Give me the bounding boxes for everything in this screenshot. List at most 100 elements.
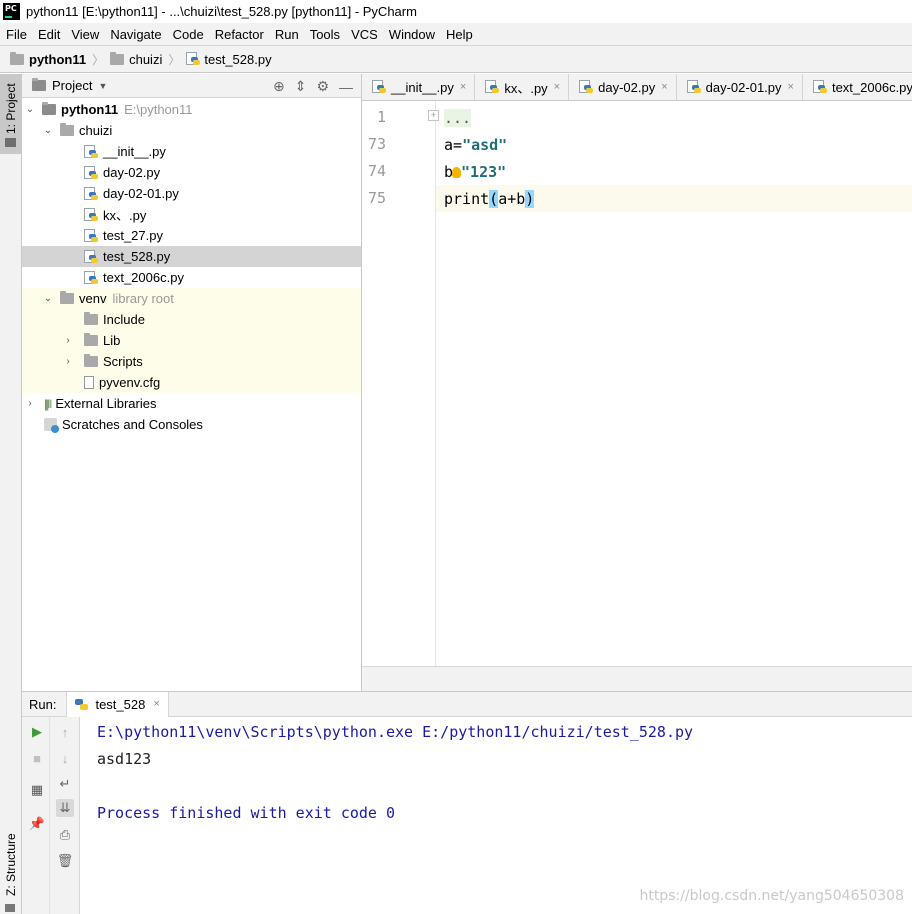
chevron-right-icon[interactable]: › [62,356,74,367]
python-file-icon [485,80,500,94]
tree-item-lib[interactable]: › Lib [22,330,361,351]
code-line-74: b "123" [444,163,507,181]
menu-file[interactable]: File [0,27,32,42]
tree-item-scratches[interactable]: Scratches and Consoles [22,414,361,435]
chevron-down-icon[interactable]: ⌄ [42,293,54,304]
close-icon[interactable]: × [788,81,794,93]
folded-code[interactable]: ... [444,109,472,127]
structure-tool-tab[interactable]: Z: Structure [0,804,21,914]
breadcrumb-file[interactable]: test_528.py [186,52,272,67]
python-file-icon [579,80,594,94]
python-icon [75,698,89,711]
soft-wrap-icon[interactable]: ↵ [56,775,74,793]
tree-item-file-selected[interactable]: test_528.py [22,246,361,267]
scratches-icon [44,418,59,433]
run-console[interactable]: E:\python11\venv\Scripts\python.exe E:/p… [80,717,912,914]
chevron-down-icon[interactable]: ⌄ [24,104,36,115]
hide-icon[interactable]: — [339,79,353,95]
close-icon[interactable]: × [153,698,159,710]
python-file-icon [84,228,98,243]
close-icon[interactable]: × [661,81,667,93]
folder-icon [60,123,74,136]
tab-text-2006c[interactable]: text_2006c.py × [803,74,912,100]
chevron-right-icon[interactable]: › [24,398,36,409]
chevron-down-icon[interactable]: ▼ [98,81,107,91]
gear-icon[interactable]: ⚙ [316,78,329,95]
menu-refactor[interactable]: Refactor [209,27,269,42]
console-command-line: E:\python11\venv\Scripts\python.exe E:/p… [97,723,694,741]
arrow-down-icon[interactable]: ↓ [56,749,74,767]
folder-icon [5,138,16,147]
menu-vcs[interactable]: VCS [345,27,383,42]
menu-view[interactable]: View [65,27,104,42]
folder-icon [42,102,56,115]
tree-item-file[interactable]: day-02.py [22,162,361,183]
chevron-right-icon: 〉 [92,52,105,67]
tree-item-file[interactable]: kx、.py [22,204,361,225]
tree-item-chuizi[interactable]: ⌄ chuizi [22,120,361,141]
tree-item-root[interactable]: ⌄ python11 E:\python11 [22,99,361,120]
lightbulb-icon[interactable] [452,167,462,178]
tab-kx[interactable]: kx、.py × [475,74,570,100]
close-icon[interactable]: × [460,81,466,93]
tree-item-external-libraries[interactable]: › |||‖ External Libraries [22,393,361,414]
line-number: 75 [367,189,386,207]
menu-edit[interactable]: Edit [32,27,65,42]
python-file-icon [84,207,98,222]
python-file-icon [812,80,827,94]
tab-init[interactable]: __init__.py × [362,74,476,100]
folder-icon [32,78,46,91]
menu-run[interactable]: Run [269,27,304,42]
project-tool-tab[interactable]: 1: Project [0,74,21,154]
restore-layout-icon[interactable]: ▦ [28,781,46,799]
code-editor[interactable]: 1 73 74 75 + ... a="asd" b "123" print(a+… [362,101,912,666]
python-file-icon [84,165,98,180]
line-number: 73 [367,135,386,153]
tree-item-file[interactable]: __init__.py [22,141,361,162]
rerun-icon[interactable]: ▶ [28,723,46,741]
console-output-line: asd123 [97,750,152,768]
locate-icon[interactable]: ⊕ [273,78,285,95]
tree-item-include[interactable]: Include [22,309,361,330]
chevron-right-icon[interactable]: › [62,335,74,346]
arrow-up-icon[interactable]: ↑ [56,723,74,741]
tree-item-file[interactable]: day-02-01.py [22,183,361,204]
run-toolbar-secondary: ↑ ↓ ↵ ⇊ ⎙ 🗑 [50,717,80,914]
close-icon[interactable]: × [554,81,560,93]
menu-navigate[interactable]: Navigate [104,27,166,42]
tree-item-scripts[interactable]: › Scripts [22,351,361,372]
folder-icon [110,51,125,65]
window-titlebar: PC python11 [E:\python11] - ...\chuizi\t… [0,0,912,23]
library-icon: |||‖ [44,396,52,411]
run-tab-test-528[interactable]: test_528 × [66,691,169,717]
trash-icon[interactable]: 🗑 [56,852,74,870]
watermark: https://blog.csdn.net/yang504650308 [639,888,904,904]
config-file-icon [84,376,94,389]
python-file-icon [686,80,701,94]
tab-day-02-01[interactable]: day-02-01.py × [677,74,803,100]
menu-help[interactable]: Help [440,27,478,42]
folder-icon [84,354,98,367]
print-icon[interactable]: ⎙ [56,826,74,844]
fold-expand-icon[interactable]: + [428,110,439,121]
collapse-all-icon[interactable]: ⇕ [295,78,307,95]
breadcrumb-folder[interactable]: chuizi [110,51,162,67]
editor-tabs: __init__.py × kx、.py × day-02.py × day-0… [362,74,912,101]
chevron-down-icon[interactable]: ⌄ [42,125,54,136]
breadcrumb-project[interactable]: python11 [10,51,86,67]
scroll-to-end-icon[interactable]: ⇊ [56,799,74,817]
menu-window[interactable]: Window [383,27,440,42]
line-number: 1 [376,108,386,126]
stop-icon[interactable]: ■ [28,749,46,767]
console-exit-line: Process finished with exit code 0 [97,804,396,822]
python-file-icon [84,186,98,201]
menu-tools[interactable]: Tools [304,27,345,42]
tree-item-pyvenv[interactable]: pyvenv.cfg [22,372,361,393]
menu-code[interactable]: Code [167,27,209,42]
tab-day-02[interactable]: day-02.py × [569,74,677,100]
folder-icon [84,333,98,346]
pin-icon[interactable]: 📌 [28,815,46,833]
tree-item-file[interactable]: test_27.py [22,225,361,246]
tree-item-venv[interactable]: ⌄ venv library root [22,288,361,309]
tree-item-file[interactable]: text_2006c.py [22,267,361,288]
